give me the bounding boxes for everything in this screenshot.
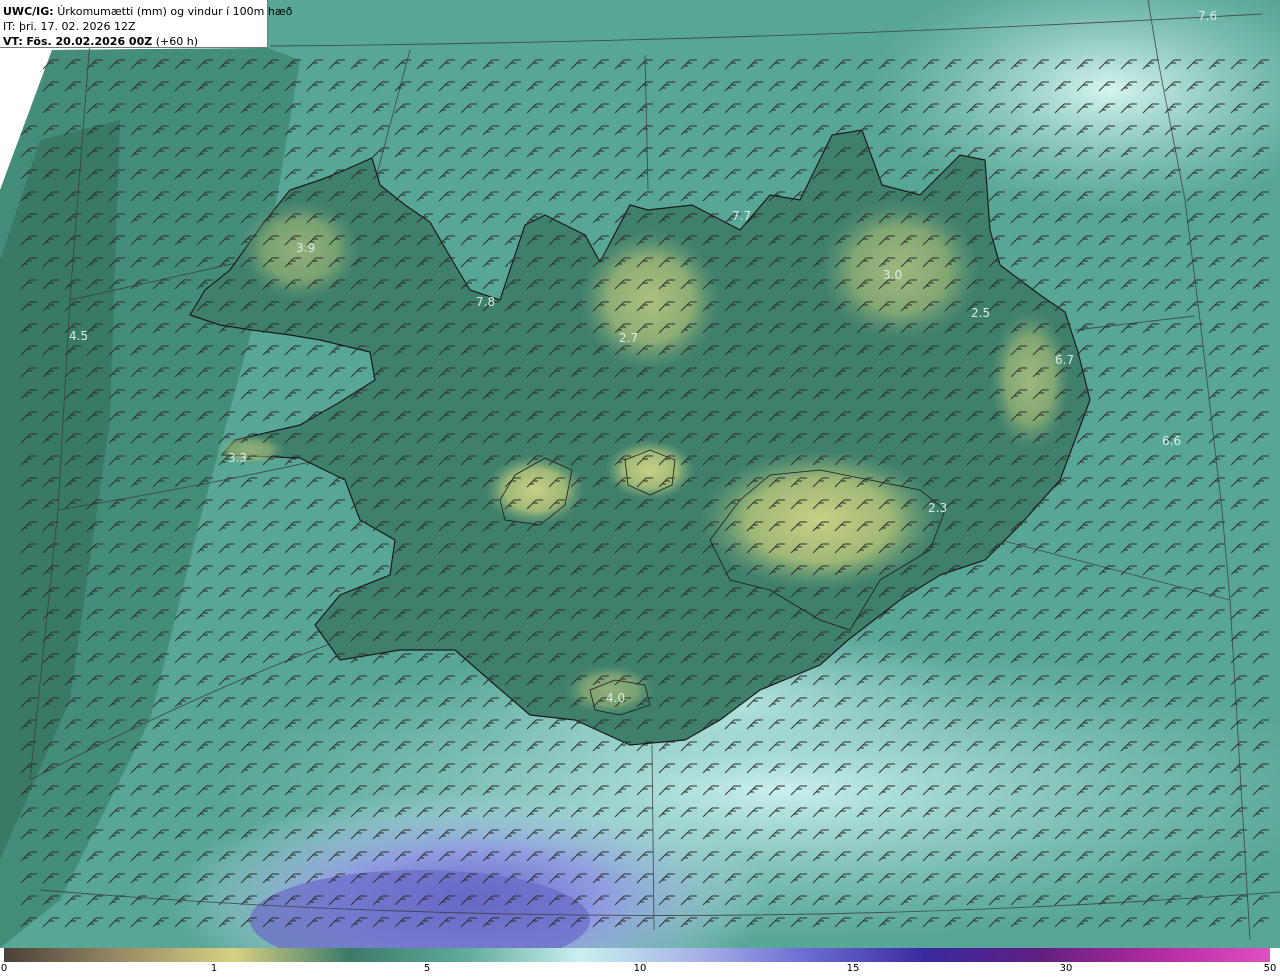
value-label: 3.3 xyxy=(228,451,247,465)
value-label: 3.0 xyxy=(883,268,902,282)
value-label: 4.5 xyxy=(69,329,88,343)
value-label: 7.7 xyxy=(732,209,751,223)
colorbar-tick: 30 xyxy=(1059,963,1073,974)
colorbar: 0 1 5 10 15 30 50 xyxy=(0,948,1280,978)
valid-time: Fös. 20.02.2026 00Z xyxy=(26,35,153,48)
product-label: UWC/IG: xyxy=(3,5,54,18)
colorbar-tick: 5 xyxy=(423,963,431,974)
colorbar-tick: 10 xyxy=(633,963,647,974)
value-label: 6.7 xyxy=(1055,353,1074,367)
colorbar-tick: 50 xyxy=(1263,963,1277,974)
highland-langjokull xyxy=(485,455,585,525)
value-label: 6.6 xyxy=(1162,434,1181,448)
colorbar-tick: 15 xyxy=(846,963,860,974)
highland-snaefellsnes xyxy=(215,435,285,465)
value-label: 7.8 xyxy=(476,295,495,309)
value-label: 2.7 xyxy=(619,331,638,345)
valid-prefix: VT: xyxy=(3,35,23,48)
value-label: 2.3 xyxy=(928,501,947,515)
map-info-box: UWC/IG: Úrkomumætti (mm) og vindur í 100… xyxy=(0,0,292,49)
highland-east xyxy=(990,310,1070,450)
field-description: Úrkomumætti (mm) og vindur í 100m hæð xyxy=(57,5,293,18)
value-label: 2.5 xyxy=(971,306,990,320)
title-row: UWC/IG: Úrkomumætti (mm) og vindur í 100… xyxy=(3,4,292,19)
lead-time: (+60 h) xyxy=(155,35,198,48)
init-time: IT: þri. 17. 02. 2026 12Z xyxy=(3,20,136,33)
highland-hofsjokull xyxy=(605,440,695,500)
value-label: 4.0 xyxy=(606,691,625,705)
value-label: 7.6 xyxy=(1198,9,1217,23)
value-label: 3.9 xyxy=(296,241,315,255)
valid-time-row: VT: Fös. 20.02.2026 00Z (+60 h) xyxy=(3,34,267,49)
colorbar-tick: 1 xyxy=(210,963,218,974)
colorbar-tick: 0 xyxy=(0,963,8,974)
colorbar-strip xyxy=(4,948,1270,962)
precipitation-wind-map: 3.9 4.5 3.3 7.7 7.8 2.7 3.0 2.5 6.7 6.6 … xyxy=(0,0,1280,948)
